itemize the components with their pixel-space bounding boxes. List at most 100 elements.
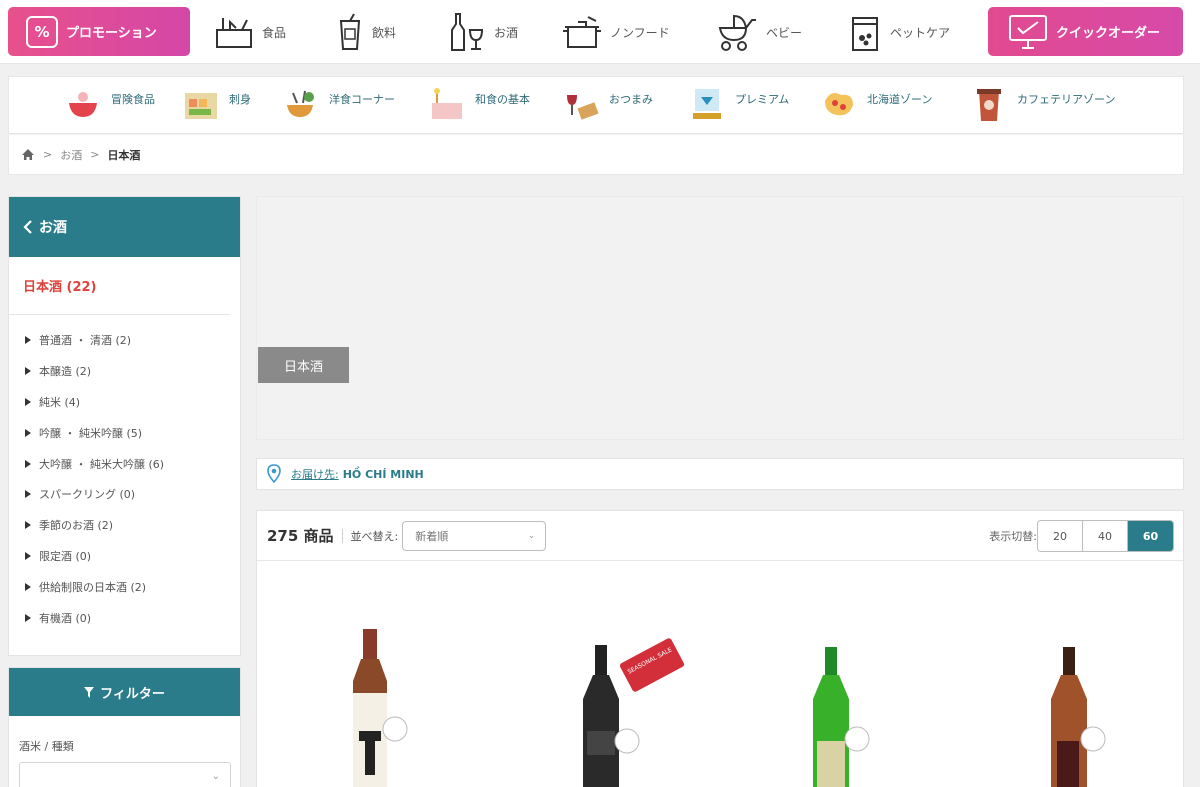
caret-right-icon [25,428,31,437]
per-page-option[interactable]: 20 [1038,521,1083,551]
product-listing: 275 商品 並べ替え: 新着順 ⌄ 表示切替: 20 40 60 SEASON… [256,510,1184,787]
cooking-icon [216,18,252,48]
sidebar-current-category[interactable]: 日本酒 (22) [9,257,230,315]
caret-right-icon [25,490,31,499]
delivery-label[interactable]: お届け先: [291,466,339,482]
sub-nav-label: カフェテリアゾーン [1017,93,1116,106]
chevron-down-icon: ⌄ [527,530,536,541]
filter-header[interactable]: フィルター [9,668,240,716]
caret-right-icon [25,551,31,560]
sub-category-bar: 冒険食品 刺身 洋食コーナー 和食の基本 おつまみ プレミアム 北海道ゾーン カ… [8,76,1184,134]
sub-nav-label: 北海道ゾーン [867,93,933,106]
sub-nav-item[interactable]: プレミアム [689,85,789,125]
sub-nav-label: 冒険食品 [111,93,155,106]
sub-nav-item[interactable]: 刺身 [183,85,251,125]
banner-tag: 日本酒 [258,347,349,383]
sub-nav-label: 和食の基本 [475,93,530,106]
sidebar-item[interactable]: 吟醸 ・ 純米吟醸 (5) [9,417,240,448]
sidebar-item[interactable]: 大吟醸 ・ 純米大吟醸 (6) [9,448,240,479]
sub-nav-item[interactable]: おつまみ [563,85,653,125]
chevron-left-icon [23,220,32,234]
sub-nav-label: プレミアム [735,93,790,106]
pet-food-bag-icon [852,17,878,51]
sub-nav-item[interactable]: カフェテリアゾーン [971,85,1115,125]
sidebar-item-label: 供給制限の日本酒 (2) [39,580,147,594]
sidebar-item[interactable]: 供給制限の日本酒 (2) [9,571,240,602]
top-nav-item-alcohol[interactable]: お酒 [448,8,518,56]
rice-type-select[interactable]: ⌄ [19,762,231,787]
coffee-cup-icon [977,89,1001,121]
caret-right-icon [25,336,31,345]
sort-label: 並べ替え: [350,529,399,543]
caret-right-icon [25,459,31,468]
sort-select[interactable]: 新着順 ⌄ [402,520,547,551]
sidebar-item-label: 本醸造 (2) [39,365,92,379]
sidebar-item-label: スパークリング (0) [39,488,136,502]
sub-nav-item[interactable]: 冒険食品 [65,85,155,125]
location-pin-icon [267,464,281,484]
promotion-button[interactable]: % プロモーション [8,7,190,56]
sidebar-item[interactable]: 純米 (4) [9,387,240,418]
top-nav-label: 食品 [262,25,287,40]
sidebar-item[interactable]: 季節のお酒 (2) [9,510,240,541]
filter-label: 酒米 / 種類 [19,740,74,753]
sub-nav-item[interactable]: 洋食コーナー [283,85,395,125]
top-nav-item-drinks[interactable]: 飲料 [336,8,396,56]
sidebar-item[interactable]: スパークリング (0) [9,479,240,510]
top-nav-label: 飲料 [372,25,397,40]
category-banner: 日本酒 [256,196,1184,440]
caret-right-icon [25,367,31,376]
sidebar-item-label: 大吟醸 ・ 純米大吟醸 (6) [39,457,165,471]
japanese-food-icon [432,88,462,119]
listing-toolbar: 275 商品 並べ替え: 新着順 ⌄ 表示切替: 20 40 60 [257,511,1183,561]
per-page-option-selected[interactable]: 60 [1128,521,1173,551]
quick-order-label: クイックオーダー [1056,26,1161,41]
quick-order-button[interactable]: クイックオーダー [988,7,1183,56]
premium-diamond-icon [693,89,721,119]
sub-nav-item[interactable]: 和食の基本 [429,85,530,125]
product-card[interactable] [787,601,907,787]
sidebar-item[interactable]: 有機酒 (0) [9,602,240,633]
sub-nav-label: 洋食コーナー [329,93,395,106]
delivery-location[interactable]: HỒ CHÍ MINH [343,468,424,481]
sub-nav-item[interactable]: 北海道ゾーン [821,85,932,125]
drink-cup-icon [339,13,361,50]
hokkaido-icon [825,93,853,116]
sidebar-item-label: 吟醸 ・ 純米吟醸 (5) [39,426,143,440]
snack-icon [567,95,599,120]
breadcrumb-current: 日本酒 [107,148,141,162]
promotion-label: プロモーション [66,26,157,41]
delivery-location-bar[interactable]: お届け先: HỒ CHÍ MINH [256,458,1184,490]
home-icon[interactable] [21,148,35,161]
sidebar-item-label: 純米 (4) [39,395,81,409]
sub-nav-label: おつまみ [609,93,653,106]
sidebar-item[interactable]: 本醸造 (2) [9,356,240,387]
product-card[interactable] [325,601,445,787]
breadcrumb: > お酒 > 日本酒 [8,135,1184,175]
sidebar-subcategory-list: 普通酒 ・ 清酒 (2) 本醸造 (2) 純米 (4) 吟醸 ・ 純米吟醸 (5… [9,315,240,633]
per-page-option[interactable]: 40 [1083,521,1128,551]
top-nav-label: ベビー [766,25,803,40]
product-card[interactable] [557,601,677,787]
sidebar-item-label: 普通酒 ・ 清酒 (2) [39,334,132,348]
sidebar-item-label: 季節のお酒 (2) [39,519,114,533]
breadcrumb-link[interactable]: お酒 [60,147,82,163]
product-card[interactable] [1025,601,1145,787]
product-grid: SEASONAL SALE [257,561,1183,787]
sidebar-category-panel: お酒 日本酒 (22) 普通酒 ・ 清酒 (2) 本醸造 (2) 純米 (4) … [8,196,241,656]
top-nav-item-food[interactable]: 食品 [214,8,286,56]
western-food-icon [287,90,314,117]
breadcrumb-separator: > [90,148,100,161]
per-page-label: 表示切替: [989,530,1037,543]
top-nav-item-non-food[interactable]: ノンフード [562,8,670,56]
sidebar-item[interactable]: 普通酒 ・ 清酒 (2) [9,325,240,356]
sidebar-item[interactable]: 限定酒 (0) [9,541,240,572]
top-nav-item-pet-care[interactable]: ペットケア [848,8,950,56]
sidebar-back-header[interactable]: お酒 [9,197,240,257]
bowl-icon [69,92,97,117]
top-category-bar: % プロモーション 食品 飲料 お酒 ノンフード ベビー ペットケア クイックオ… [0,0,1200,64]
top-nav-item-baby[interactable]: ベビー [716,8,802,56]
sub-nav-label: 刺身 [229,93,251,106]
monitor-icon [1009,14,1047,49]
funnel-icon [84,686,95,698]
